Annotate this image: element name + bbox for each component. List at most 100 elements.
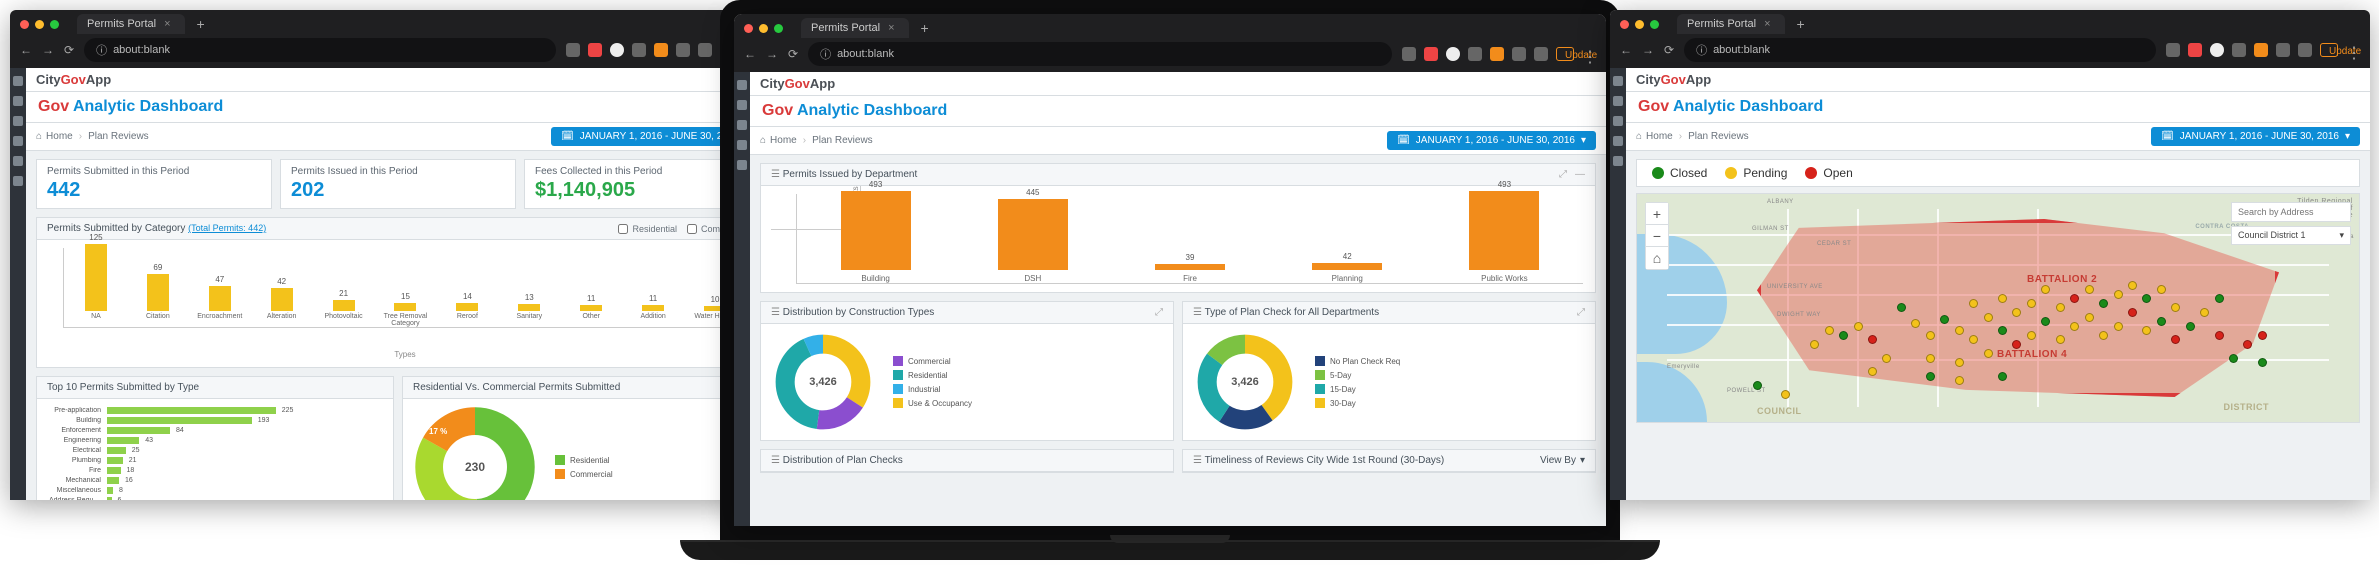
map-pin[interactable]: [1984, 349, 1993, 358]
expand-icon[interactable]: ⤢: [1577, 307, 1585, 318]
breadcrumb-home[interactable]: Home: [36, 131, 73, 142]
map-pin[interactable]: [1839, 331, 1848, 340]
toggle-residential[interactable]: Residential: [618, 224, 677, 234]
map-pin[interactable]: [2243, 340, 2252, 349]
ext-icon[interactable]: [2188, 43, 2202, 57]
back-icon[interactable]: ←: [744, 47, 756, 61]
app-logo[interactable]: CityGovApp: [36, 72, 111, 87]
map-pin[interactable]: [2258, 331, 2267, 340]
sidebar-item[interactable]: [13, 136, 23, 146]
map-pin[interactable]: [1926, 331, 1935, 340]
ext-icon[interactable]: [2232, 43, 2246, 57]
ext-icon[interactable]: [566, 43, 580, 57]
map-pin[interactable]: [2099, 299, 2108, 308]
ext-icon[interactable]: [610, 43, 624, 57]
map-pin[interactable]: [2114, 322, 2123, 331]
back-icon[interactable]: ←: [20, 43, 32, 57]
reload-icon[interactable]: ⟳: [64, 43, 74, 57]
reload-icon[interactable]: ⟳: [788, 47, 798, 61]
sidebar-item[interactable]: [13, 96, 23, 106]
sidebar-item[interactable]: [737, 160, 747, 170]
sidebar-item[interactable]: [737, 100, 747, 110]
map-pin[interactable]: [2215, 294, 2224, 303]
map-pin[interactable]: [2258, 358, 2267, 367]
ext-icon[interactable]: [1490, 47, 1504, 61]
sidebar-item[interactable]: [13, 76, 23, 86]
ext-icon[interactable]: [2298, 43, 2312, 57]
ext-icon[interactable]: [2166, 43, 2180, 57]
sidebar-item[interactable]: [737, 80, 747, 90]
ext-icon[interactable]: [1534, 47, 1548, 61]
ext-icon[interactable]: [1424, 47, 1438, 61]
map-pin[interactable]: [2085, 313, 2094, 322]
ext-icon[interactable]: [1446, 47, 1460, 61]
update-button[interactable]: Update: [1556, 47, 1574, 61]
map-search-input[interactable]: [2231, 202, 2351, 222]
expand-icon[interactable]: ⤢: [1155, 307, 1163, 318]
menu-icon[interactable]: ⋮: [1582, 47, 1596, 61]
map-pin[interactable]: [2229, 354, 2238, 363]
map-pin[interactable]: [2157, 285, 2166, 294]
map-pin[interactable]: [2085, 285, 2094, 294]
map-pin[interactable]: [2157, 317, 2166, 326]
map-pin[interactable]: [1854, 322, 1863, 331]
address-bar[interactable]: ⓘabout:blank: [84, 38, 556, 62]
ext-icon[interactable]: [654, 43, 668, 57]
address-bar[interactable]: ⓘabout:blank: [808, 42, 1392, 66]
sidebar-item[interactable]: [1613, 156, 1623, 166]
map-pin[interactable]: [1998, 372, 2007, 381]
home-extent-button[interactable]: ⌂: [1646, 247, 1668, 269]
ext-icon[interactable]: [2210, 43, 2224, 57]
map-pin[interactable]: [1955, 326, 1964, 335]
forward-icon[interactable]: →: [1642, 43, 1654, 57]
ext-icon[interactable]: [676, 43, 690, 57]
map-pin[interactable]: [1984, 313, 1993, 322]
map-pin[interactable]: [2114, 290, 2123, 299]
ext-icon[interactable]: [632, 43, 646, 57]
sidebar-item[interactable]: [737, 140, 747, 150]
ext-icon[interactable]: [588, 43, 602, 57]
date-range-picker[interactable]: 🗓JANUARY 1, 2016 - JUNE 30, 2016▾: [2151, 127, 2360, 146]
app-logo[interactable]: CityGovApp: [760, 76, 835, 91]
sidebar-item[interactable]: [1613, 136, 1623, 146]
chevron-down-icon[interactable]: ▾: [1580, 455, 1585, 466]
map-pin[interactable]: [2128, 308, 2137, 317]
menu-icon[interactable]: ⋮: [2346, 43, 2360, 57]
map-pin[interactable]: [2128, 281, 2137, 290]
app-logo[interactable]: CityGovApp: [1636, 72, 1711, 87]
address-bar[interactable]: ⓘabout:blank: [1684, 38, 2156, 62]
ext-icon[interactable]: [2254, 43, 2268, 57]
forward-icon[interactable]: →: [42, 43, 54, 57]
new-tab-icon[interactable]: +: [197, 16, 205, 32]
map-pin[interactable]: [2027, 331, 2036, 340]
sidebar-item[interactable]: [1613, 96, 1623, 106]
map-pin[interactable]: [2215, 331, 2224, 340]
tab-close-icon[interactable]: ×: [1764, 18, 1770, 30]
browser-tab[interactable]: Permits Portal×: [1677, 14, 1785, 34]
sidebar-item[interactable]: [13, 156, 23, 166]
map-pin[interactable]: [1969, 299, 1978, 308]
reload-icon[interactable]: ⟳: [1664, 43, 1674, 57]
collapse-icon[interactable]: —: [1575, 169, 1585, 180]
browser-tab[interactable]: Permits Portal ×: [77, 14, 185, 34]
sidebar-item[interactable]: [13, 176, 23, 186]
map-pin[interactable]: [1940, 315, 1949, 324]
new-tab-icon[interactable]: +: [1797, 16, 1805, 32]
back-icon[interactable]: ←: [1620, 43, 1632, 57]
ext-icon[interactable]: [698, 43, 712, 57]
sidebar-item[interactable]: [1613, 116, 1623, 126]
sidebar-item[interactable]: [1613, 76, 1623, 86]
map-pin[interactable]: [2070, 322, 2079, 331]
map-pin[interactable]: [1926, 354, 1935, 363]
zoom-out-button[interactable]: −: [1646, 225, 1668, 247]
map-pin[interactable]: [1753, 381, 1762, 390]
map-pin[interactable]: [2186, 322, 2195, 331]
map[interactable]: Albany Tilden Regional Park Golf Course …: [1636, 193, 2360, 423]
total-permits-link[interactable]: (Total Permits: 442): [188, 223, 266, 233]
map-pin[interactable]: [1825, 326, 1834, 335]
sidebar-item[interactable]: [13, 116, 23, 126]
map-pin[interactable]: [2027, 299, 2036, 308]
map-pin[interactable]: [1955, 358, 1964, 367]
ext-icon[interactable]: [1512, 47, 1526, 61]
forward-icon[interactable]: →: [766, 47, 778, 61]
